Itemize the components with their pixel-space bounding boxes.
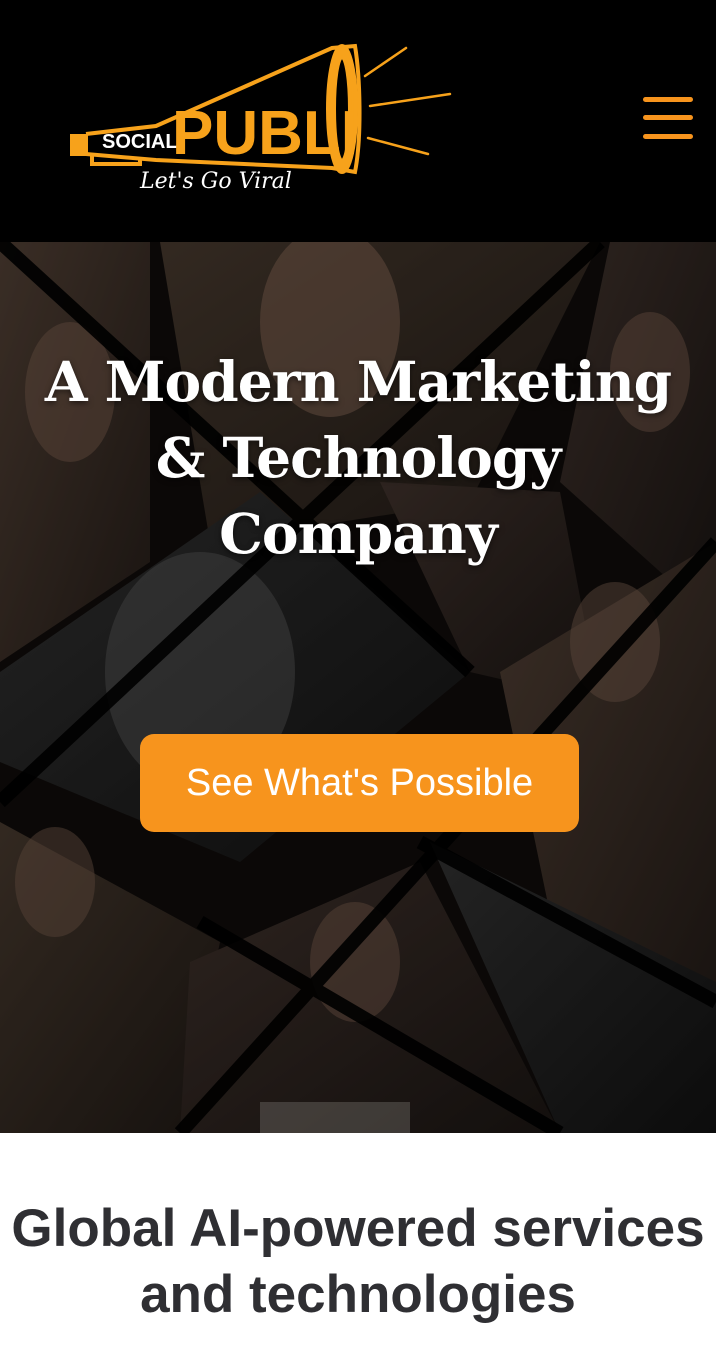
see-whats-possible-button[interactable]: See What's Possible [140, 734, 579, 832]
logo-small-text: SOCIAL [102, 131, 178, 153]
logo-tagline: Let's Go Viral [139, 169, 292, 194]
menu-bar [643, 115, 693, 120]
socialpubli-logo[interactable]: SOCIAL PUBLI Let's Go Viral [70, 36, 460, 206]
hero-title-line: Company [219, 501, 498, 566]
hero-section: A Modern Marketing & Technology Company … [0, 242, 716, 1133]
hero-title-line: & Technology [155, 425, 562, 490]
hamburger-menu-icon[interactable] [643, 93, 695, 145]
section-heading-line: and technologies [140, 1265, 576, 1324]
logo-big-text: PUBLI [172, 99, 358, 168]
site-header: SOCIAL PUBLI Let's Go Viral [0, 0, 716, 242]
menu-bar [643, 134, 693, 139]
sound-lines [363, 46, 452, 156]
hero-title: A Modern Marketing & Technology Company [20, 344, 696, 572]
hero-title-line: A Modern Marketing [44, 349, 672, 414]
menu-bar [643, 97, 693, 102]
section-heading: Global AI-powered services and technolog… [0, 1196, 716, 1328]
section-heading-line: Global AI-powered services [11, 1199, 705, 1258]
